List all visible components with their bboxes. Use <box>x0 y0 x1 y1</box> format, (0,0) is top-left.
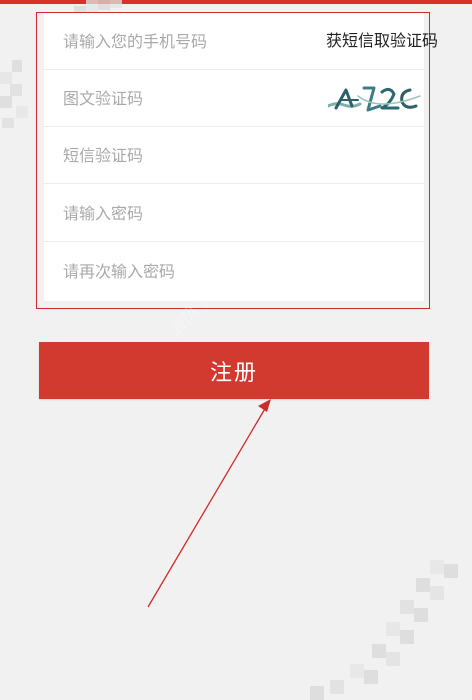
captcha-image-graphic <box>326 86 421 112</box>
password-row <box>44 185 424 242</box>
pixelated-blur-bottom-right <box>310 560 458 700</box>
annotation-arrow-head <box>258 399 271 412</box>
captcha-input[interactable] <box>63 70 313 126</box>
phone-input[interactable] <box>63 13 313 69</box>
get-sms-code-button[interactable]: 获短信取验证码 <box>326 29 438 53</box>
phone-row: 获短信取验证码 <box>44 13 438 70</box>
sms-code-row <box>44 127 424 184</box>
captcha-row <box>44 70 424 127</box>
registration-form-highlight: 获短信取验证码 <box>36 12 438 309</box>
password-input[interactable] <box>63 185 313 241</box>
confirm-password-row <box>44 243 424 300</box>
captcha-image[interactable] <box>326 82 422 114</box>
confirm-password-input[interactable] <box>63 243 313 299</box>
annotation-arrow-line <box>147 406 267 608</box>
top-bar <box>0 0 472 4</box>
registration-form: 获短信取验证码 <box>44 13 438 301</box>
register-button[interactable]: 注册 <box>39 342 429 399</box>
sms-code-input[interactable] <box>63 127 313 183</box>
